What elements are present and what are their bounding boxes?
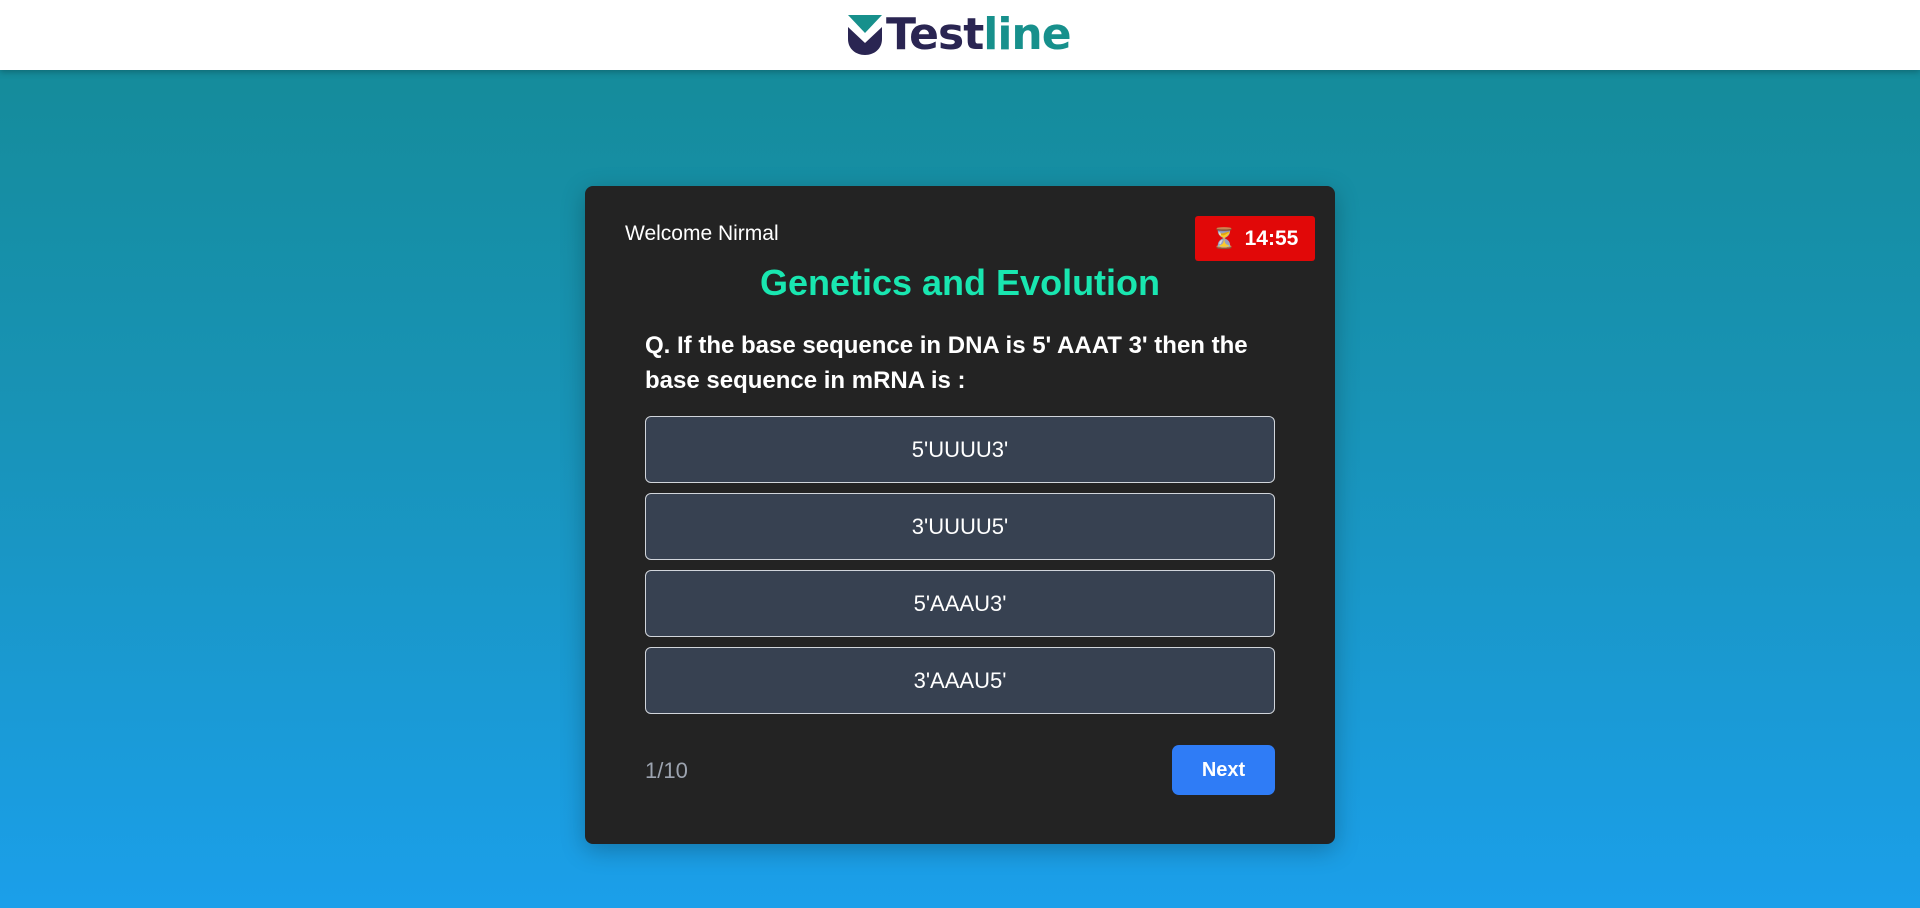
answer-option-4[interactable]: 3'AAAU5' bbox=[645, 647, 1275, 714]
next-button[interactable]: Next bbox=[1172, 745, 1275, 795]
checkmark-logo-icon bbox=[848, 15, 882, 55]
welcome-text: Welcome Nirmal bbox=[625, 222, 779, 245]
quiz-title: Genetics and Evolution bbox=[759, 262, 1161, 303]
answer-option-1[interactable]: 5'UUUU3' bbox=[645, 416, 1275, 483]
top-navbar: Testline bbox=[0, 0, 1920, 70]
countdown-timer: ⏳ 14:55 bbox=[1195, 216, 1315, 261]
answer-option-2[interactable]: 3'UUUU5' bbox=[645, 493, 1275, 560]
question-text: Q. If the base sequence in DNA is 5' AAA… bbox=[645, 332, 1248, 394]
answer-option-3[interactable]: 5'AAAU3' bbox=[645, 570, 1275, 637]
logo-text-test: Test bbox=[886, 9, 984, 60]
logo-text-line: line bbox=[983, 9, 1071, 60]
quiz-card: Welcome Nirmal ⏳ 14:55 Genetics and Evol… bbox=[585, 186, 1335, 844]
logo-text: Testline bbox=[886, 9, 1072, 60]
answer-options: 5'UUUU3' 3'UUUU5' 5'AAAU3' 3'AAAU5' bbox=[645, 416, 1275, 724]
testline-logo[interactable]: Testline bbox=[846, 9, 1072, 60]
hourglass-icon: ⏳ bbox=[1211, 228, 1237, 250]
timer-value: 14:55 bbox=[1244, 226, 1299, 250]
question-progress: 1/10 bbox=[645, 758, 688, 783]
